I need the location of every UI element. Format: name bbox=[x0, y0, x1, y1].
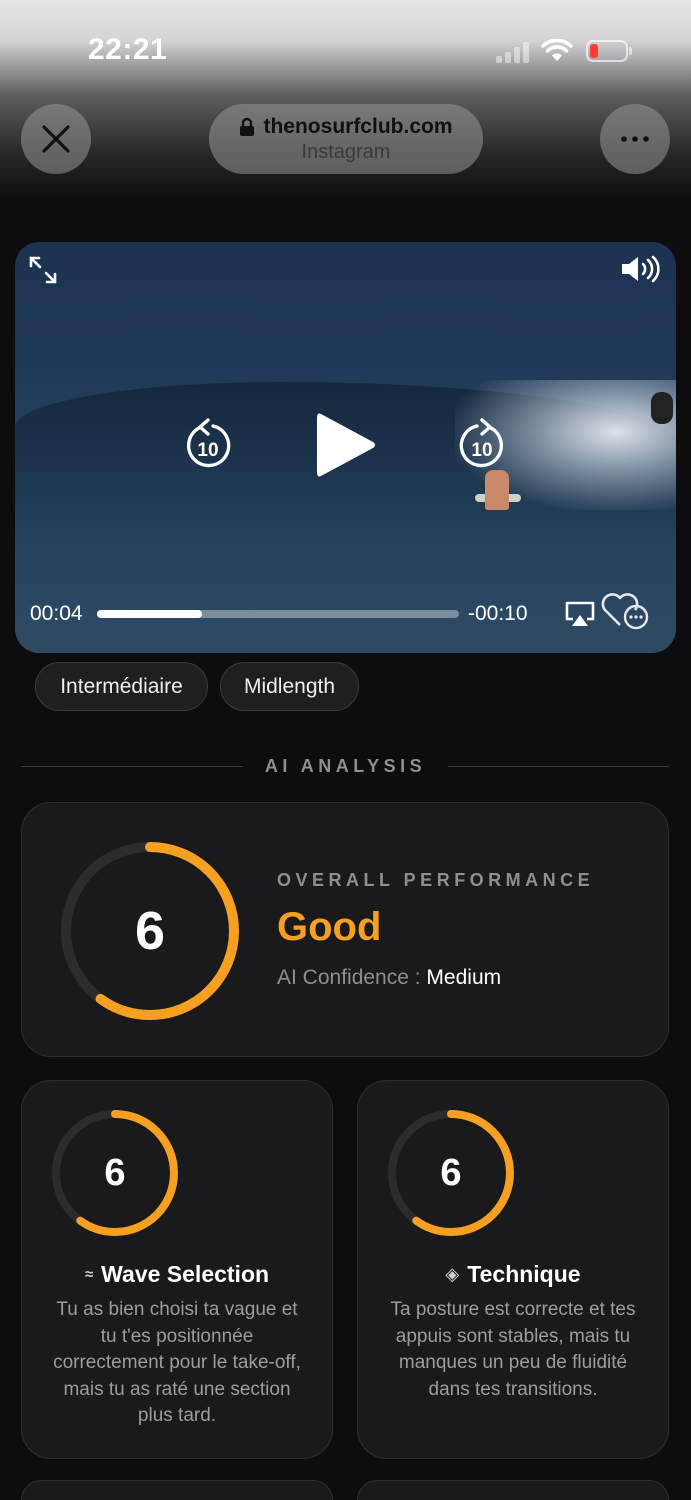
rewind-10-icon: 10 bbox=[186, 418, 231, 468]
tag-board[interactable]: Midlength bbox=[220, 662, 359, 711]
divider-line bbox=[21, 766, 243, 767]
url-source: Instagram bbox=[301, 141, 391, 163]
mute-button[interactable] bbox=[619, 252, 663, 286]
skip-back-button[interactable]: 10 bbox=[183, 418, 233, 474]
metric-card-partial bbox=[357, 1480, 669, 1500]
battery-icon bbox=[586, 40, 632, 62]
airplay-button[interactable] bbox=[564, 600, 596, 628]
tag-level[interactable]: Intermédiaire bbox=[35, 662, 208, 711]
remaining-time: -00:10 bbox=[468, 602, 528, 625]
close-icon bbox=[42, 125, 70, 153]
more-options-button[interactable] bbox=[600, 104, 670, 174]
lock-icon bbox=[240, 117, 255, 136]
ai-confidence: AI Confidence : Medium bbox=[277, 966, 502, 989]
address-bar[interactable]: thenosurfclub.com Instagram bbox=[209, 104, 483, 174]
wifi-icon bbox=[541, 38, 573, 63]
status-bar: 22:21 bbox=[0, 0, 691, 100]
technique-score: 6 bbox=[440, 1151, 462, 1194]
overall-rating: Good bbox=[277, 905, 382, 949]
status-time: 22:21 bbox=[88, 33, 168, 66]
svg-text:10: 10 bbox=[471, 440, 492, 461]
overall-label: OVERALL PERFORMANCE bbox=[277, 870, 595, 890]
metric-card-wave-selection: 6 ≈ Wave Selection Tu as bien choisi ta … bbox=[21, 1080, 333, 1459]
cellular-signal-icon bbox=[496, 41, 530, 63]
ai-confidence-value: Medium bbox=[426, 966, 502, 989]
divider-line bbox=[448, 766, 669, 767]
fullscreen-button[interactable] bbox=[27, 254, 59, 286]
skip-forward-button[interactable]: 10 bbox=[457, 418, 507, 474]
svg-text:10: 10 bbox=[197, 440, 218, 461]
favorite-button[interactable] bbox=[600, 587, 652, 633]
wave-selection-title: ≈ Wave Selection bbox=[22, 1261, 332, 1288]
wave-selection-description: Tu as bien choisi ta vague et tu t'es po… bbox=[53, 1299, 301, 1426]
overall-score: 6 bbox=[134, 901, 166, 961]
metric-card-technique: 6 ◈ Technique Ta posture est correcte et… bbox=[357, 1080, 669, 1459]
heart-icon bbox=[601, 593, 649, 630]
play-button[interactable] bbox=[313, 410, 379, 480]
video-scrubber[interactable] bbox=[97, 610, 459, 618]
speaker-icon bbox=[622, 255, 660, 283]
technique-title: ◈ Technique bbox=[358, 1261, 668, 1288]
section-heading: AI ANALYSIS bbox=[264, 756, 427, 776]
expand-icon bbox=[29, 256, 57, 284]
technique-title-text: Technique bbox=[467, 1261, 581, 1287]
scrubber-progress bbox=[97, 610, 202, 618]
metric-card-partial bbox=[21, 1480, 333, 1500]
url-domain: thenosurfclub.com bbox=[263, 115, 453, 138]
wave-selection-score: 6 bbox=[104, 1151, 126, 1194]
overall-performance-card: 6 OVERALL PERFORMANCE Good AI Confidence… bbox=[21, 802, 669, 1057]
forward-10-icon: 10 bbox=[459, 418, 504, 468]
video-player[interactable]: 10 10 00:04 -00:10 bbox=[15, 242, 676, 653]
ellipsis-icon bbox=[621, 136, 649, 142]
current-time: 00:04 bbox=[30, 602, 83, 625]
wave-selection-title-text: Wave Selection bbox=[101, 1261, 270, 1287]
diamond-icon: ◈ bbox=[445, 1264, 460, 1284]
browser-top-chrome: 22:21 thenosurfclub.com Instagram bbox=[0, 0, 691, 200]
close-button[interactable] bbox=[21, 104, 91, 174]
play-icon bbox=[317, 413, 375, 477]
technique-description: Ta posture est correcte et tes appuis so… bbox=[390, 1299, 636, 1400]
wave-icon: ≈ bbox=[84, 1266, 94, 1283]
airplay-icon bbox=[565, 601, 595, 626]
